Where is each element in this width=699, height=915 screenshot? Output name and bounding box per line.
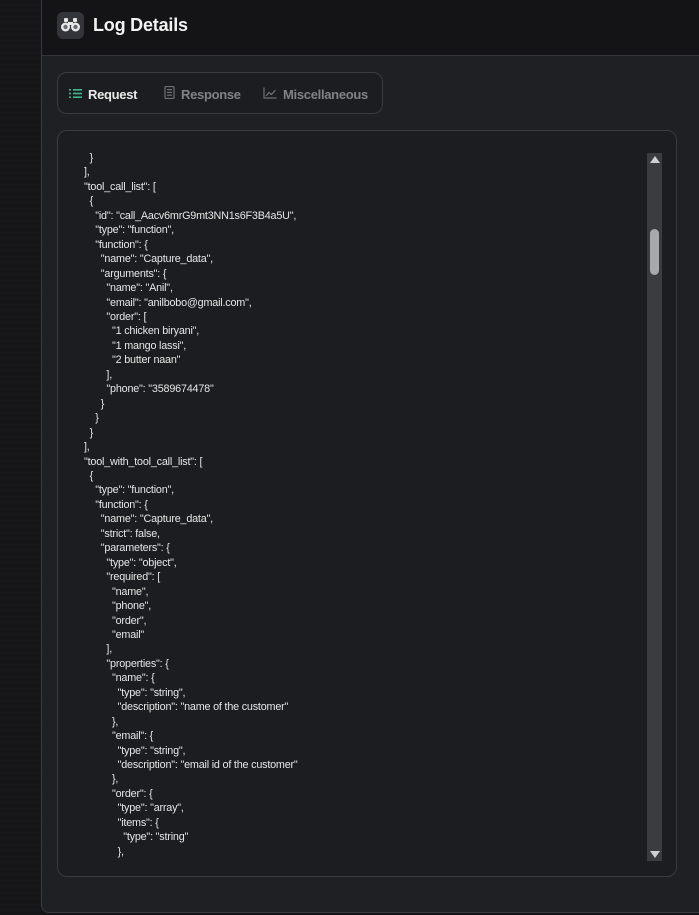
tab-response[interactable]: Response bbox=[164, 73, 241, 115]
document-icon bbox=[164, 85, 175, 102]
panel-header: Log Details bbox=[42, 0, 699, 56]
scrollbar-thumb[interactable] bbox=[650, 229, 659, 275]
tab-miscellaneous-label: Miscellaneous bbox=[283, 86, 368, 102]
scroll-up-arrow-icon[interactable] bbox=[650, 156, 660, 163]
tab-response-label: Response bbox=[181, 86, 241, 102]
binoculars-icon bbox=[57, 12, 84, 39]
scroll-down-arrow-icon[interactable] bbox=[650, 851, 660, 858]
chart-line-icon bbox=[263, 87, 277, 102]
list-icon bbox=[69, 87, 82, 102]
tab-miscellaneous[interactable]: Miscellaneous bbox=[263, 73, 368, 115]
request-json-text: } ], "tool_call_list": [ { "id": "call_A… bbox=[84, 152, 298, 858]
vertical-scrollbar[interactable] bbox=[647, 153, 662, 861]
tab-request-label: Request bbox=[88, 86, 138, 102]
tab-request[interactable]: Request bbox=[69, 73, 138, 115]
log-details-panel: Log Details Request Response Miscellaneo… bbox=[41, 0, 699, 913]
tab-bar: Request Response Miscellaneous bbox=[57, 72, 383, 114]
page-title: Log Details bbox=[93, 15, 188, 35]
request-code-viewer[interactable]: } ], "tool_call_list": [ { "id": "call_A… bbox=[57, 130, 677, 877]
background-strip bbox=[0, 0, 41, 915]
